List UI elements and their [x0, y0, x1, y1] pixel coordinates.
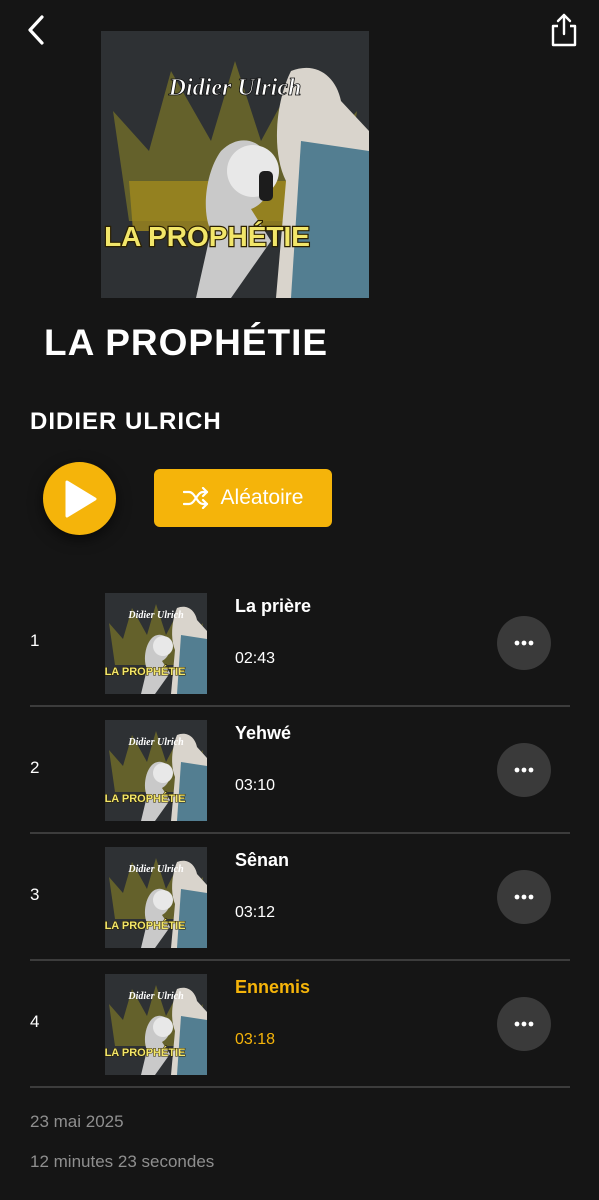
svg-text:Didier Ulrich: Didier Ulrich: [127, 737, 184, 748]
track-duration: 03:10: [235, 777, 276, 794]
chevron-left-icon: [28, 15, 44, 45]
track-more-button[interactable]: [497, 743, 551, 797]
track-thumbnail: Didier Ulrich LA PROPHÉTIE: [105, 974, 207, 1075]
more-horizontal-icon: [514, 1021, 534, 1027]
shuffle-icon: [182, 487, 208, 509]
more-horizontal-icon: [514, 894, 534, 900]
shuffle-button[interactable]: Aléatoire: [154, 469, 332, 527]
track-duration: 03:12: [235, 904, 276, 921]
release-date: 23 mai 2025: [30, 1112, 124, 1131]
cover-artist-text: Didier Ulrich: [168, 75, 302, 101]
more-horizontal-icon: [514, 767, 534, 773]
track-divider: [30, 1086, 570, 1088]
track-more-button[interactable]: [497, 997, 551, 1051]
track-title: La prière: [235, 596, 312, 616]
svg-text:Didier Ulrich: Didier Ulrich: [127, 991, 184, 1002]
track-thumbnail: Didier Ulrich LA PROPHÉTIE: [105, 847, 207, 948]
track-number: 1: [30, 631, 40, 650]
track-more-button[interactable]: [497, 616, 551, 670]
album-cover: Didier Ulrich LA PROPHÉTIE: [101, 31, 369, 298]
track-row[interactable]: 4 Didier Ulrich LA PROPHÉTIE Ennemis 03:1…: [0, 961, 599, 1088]
play-button[interactable]: [43, 462, 116, 535]
album-title: LA PROPHÉTIE: [44, 322, 329, 363]
track-row[interactable]: 1 Didier Ulrich LA PROPHÉTIE La prière 02…: [0, 580, 599, 707]
svg-text:Didier Ulrich: Didier Ulrich: [127, 610, 184, 621]
more-horizontal-icon: [514, 640, 534, 646]
svg-text:LA PROPHÉTIE: LA PROPHÉTIE: [105, 792, 185, 805]
track-number: 2: [30, 758, 40, 777]
track-thumbnail: Didier Ulrich LA PROPHÉTIE: [105, 593, 207, 694]
track-title: Sênan: [235, 850, 290, 870]
track-row[interactable]: 2 Didier Ulrich LA PROPHÉTIE Yehwé 03:10: [0, 707, 599, 834]
track-title: Ennemis: [235, 977, 311, 997]
share-icon: [551, 13, 577, 47]
track-duration: 02:43: [235, 650, 276, 667]
svg-text:LA PROPHÉTIE: LA PROPHÉTIE: [105, 1046, 185, 1059]
total-duration: 12 minutes 23 secondes: [30, 1152, 215, 1171]
artist-name[interactable]: DIDIER ULRICH: [30, 408, 222, 436]
play-icon: [65, 480, 96, 517]
share-button[interactable]: [544, 10, 584, 50]
shuffle-label: Aléatoire: [220, 486, 304, 509]
track-number: 4: [30, 1012, 40, 1031]
track-thumbnail: Didier Ulrich LA PROPHÉTIE: [105, 720, 207, 821]
track-number: 3: [30, 885, 40, 904]
svg-text:LA PROPHÉTIE: LA PROPHÉTIE: [105, 665, 185, 678]
svg-text:Didier Ulrich: Didier Ulrich: [127, 864, 184, 875]
track-title: Yehwé: [235, 723, 292, 743]
cover-album-text: LA PROPHÉTIE: [104, 221, 310, 252]
track-more-button[interactable]: [497, 870, 551, 924]
svg-text:LA PROPHÉTIE: LA PROPHÉTIE: [105, 919, 185, 932]
track-duration: 03:18: [235, 1031, 276, 1048]
track-row[interactable]: 3 Didier Ulrich LA PROPHÉTIE Sênan 03:12: [0, 834, 599, 961]
back-button[interactable]: [18, 12, 54, 48]
